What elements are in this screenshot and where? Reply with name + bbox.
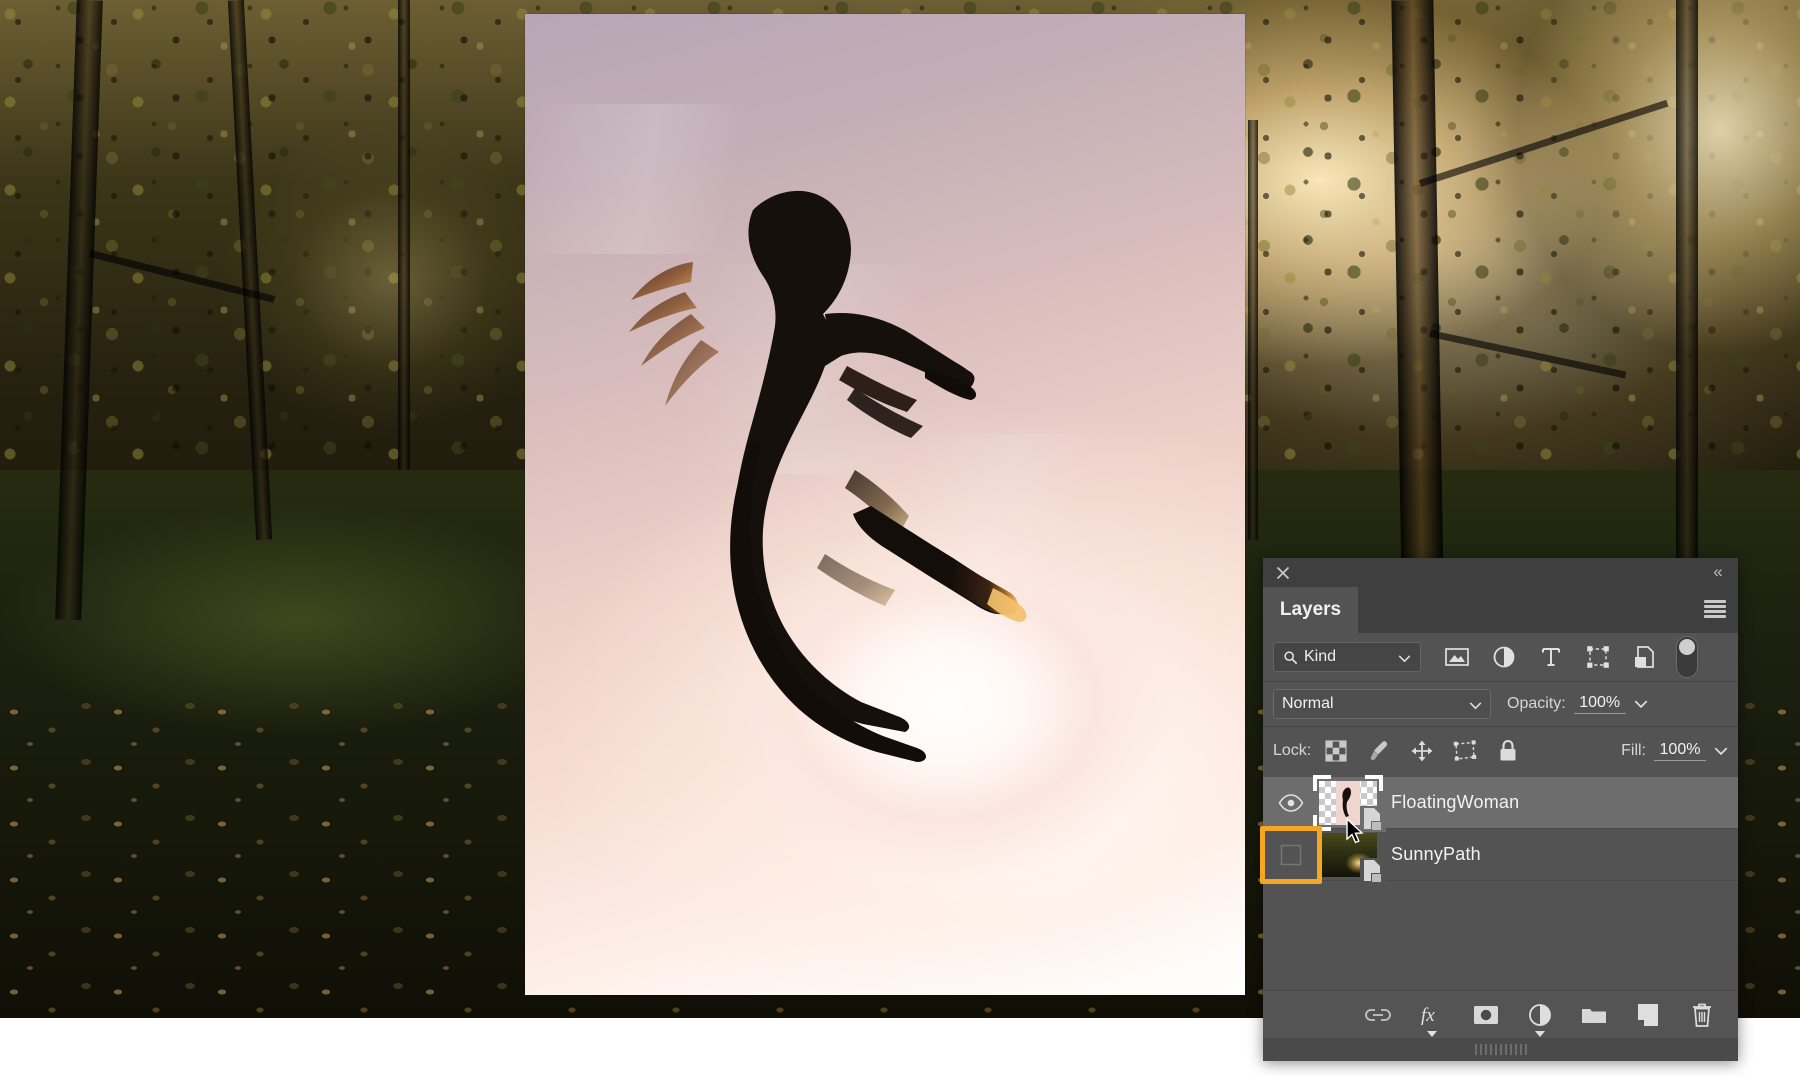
- layer-name-floatingwoman[interactable]: FloatingWoman: [1391, 792, 1519, 813]
- document-canvas[interactable]: [525, 14, 1245, 995]
- floating-woman-silhouette: [525, 14, 1245, 995]
- filter-kind-select[interactable]: Kind: [1273, 642, 1421, 672]
- text-t-icon[interactable]: [1538, 644, 1564, 670]
- opacity-chevron-down-icon[interactable]: [1634, 697, 1648, 711]
- panel-resize-grip[interactable]: [1263, 1038, 1738, 1061]
- panel-titlebar: «: [1263, 558, 1738, 587]
- smart-object-icon[interactable]: [1632, 644, 1658, 670]
- fill-value[interactable]: 100%: [1654, 741, 1706, 761]
- close-icon[interactable]: [1273, 563, 1293, 583]
- filter-type-icons: [1444, 644, 1658, 670]
- filter-kind-label: Kind: [1304, 648, 1336, 666]
- fill-label: Fill:: [1621, 742, 1646, 760]
- background-tree-trunk: [1248, 120, 1258, 540]
- layer-row-sunnypath[interactable]: SunnyPath: [1263, 829, 1738, 881]
- screen: « Layers Kind: [0, 0, 1800, 1076]
- opacity-value[interactable]: 100%: [1574, 694, 1626, 714]
- adjustment-caret-icon[interactable]: [1535, 1030, 1546, 1038]
- panel-bottom-toolbar: fx: [1263, 990, 1738, 1038]
- chevron-down-icon[interactable]: [1398, 652, 1411, 665]
- hamburger-menu-icon[interactable]: [1704, 600, 1726, 618]
- half-circle-icon[interactable]: [1491, 644, 1517, 670]
- new-layer-icon[interactable]: [1634, 1001, 1662, 1029]
- move-arrows-icon[interactable]: [1409, 738, 1435, 764]
- tab-layers[interactable]: Layers: [1263, 587, 1358, 633]
- panel-tab-strip: Layers: [1263, 587, 1738, 633]
- floatingwoman-thumbnail[interactable]: [1319, 781, 1377, 825]
- background-tree-trunk: [398, 0, 410, 470]
- half-circle-icon[interactable]: [1526, 1001, 1554, 1029]
- opacity-label: Opacity:: [1507, 695, 1566, 713]
- background-tree-trunk: [1676, 0, 1698, 640]
- mask-icon[interactable]: [1472, 1001, 1500, 1029]
- sunnypath-visibility-toggle[interactable]: [1263, 829, 1319, 881]
- folder-icon[interactable]: [1580, 1001, 1608, 1029]
- fx-icon[interactable]: fx: [1418, 1001, 1446, 1029]
- lock-icons: [1323, 738, 1521, 764]
- search-icon: [1283, 650, 1298, 665]
- panel-title: Layers: [1280, 599, 1341, 621]
- svg-text:fx: fx: [1421, 1005, 1435, 1026]
- layers-panel[interactable]: « Layers Kind: [1263, 558, 1738, 1061]
- link-icon[interactable]: [1364, 1001, 1392, 1029]
- chevron-down-icon[interactable]: [1469, 699, 1482, 712]
- fx-caret-icon[interactable]: [1427, 1030, 1438, 1038]
- background-sun-glow-right: [1470, 0, 1800, 430]
- blend-mode-value: Normal: [1282, 695, 1334, 713]
- double-chevron-left-icon[interactable]: «: [1706, 562, 1728, 582]
- filter-enable-toggle[interactable]: [1676, 636, 1698, 678]
- lock-row: Lock:: [1263, 727, 1738, 775]
- layer-name-sunnypath[interactable]: SunnyPath: [1391, 844, 1481, 865]
- layer-row-floatingwoman[interactable]: FloatingWoman: [1263, 777, 1738, 829]
- trash-icon[interactable]: [1688, 1001, 1716, 1029]
- fill-chevron-down-icon[interactable]: [1714, 744, 1728, 758]
- checkerboard-icon[interactable]: [1323, 738, 1349, 764]
- opacity-group: Opacity: 100%: [1507, 694, 1648, 714]
- layer-filter-row: Kind: [1263, 633, 1738, 681]
- shape-bounds-icon[interactable]: [1585, 644, 1611, 670]
- eye-icon: [1278, 794, 1304, 812]
- brush-icon[interactable]: [1366, 738, 1392, 764]
- artboard-icon[interactable]: [1452, 738, 1478, 764]
- image-icon[interactable]: [1444, 644, 1470, 670]
- sunnypath-thumbnail[interactable]: [1319, 833, 1377, 877]
- blend-mode-row: Normal Opacity: 100%: [1263, 681, 1738, 727]
- lock-label: Lock:: [1273, 742, 1311, 760]
- layer-list-empty-space: [1263, 881, 1738, 971]
- smart-object-badge-icon: [1360, 806, 1386, 832]
- floatingwoman-visibility-toggle[interactable]: [1263, 777, 1319, 829]
- blend-mode-select[interactable]: Normal: [1273, 689, 1491, 719]
- padlock-icon[interactable]: [1495, 738, 1521, 764]
- empty-visibility-box-icon: [1278, 842, 1304, 868]
- smart-object-badge-icon: [1360, 858, 1386, 884]
- layer-list: FloatingWoman: [1263, 775, 1738, 971]
- fill-group: Fill: 100%: [1621, 741, 1728, 761]
